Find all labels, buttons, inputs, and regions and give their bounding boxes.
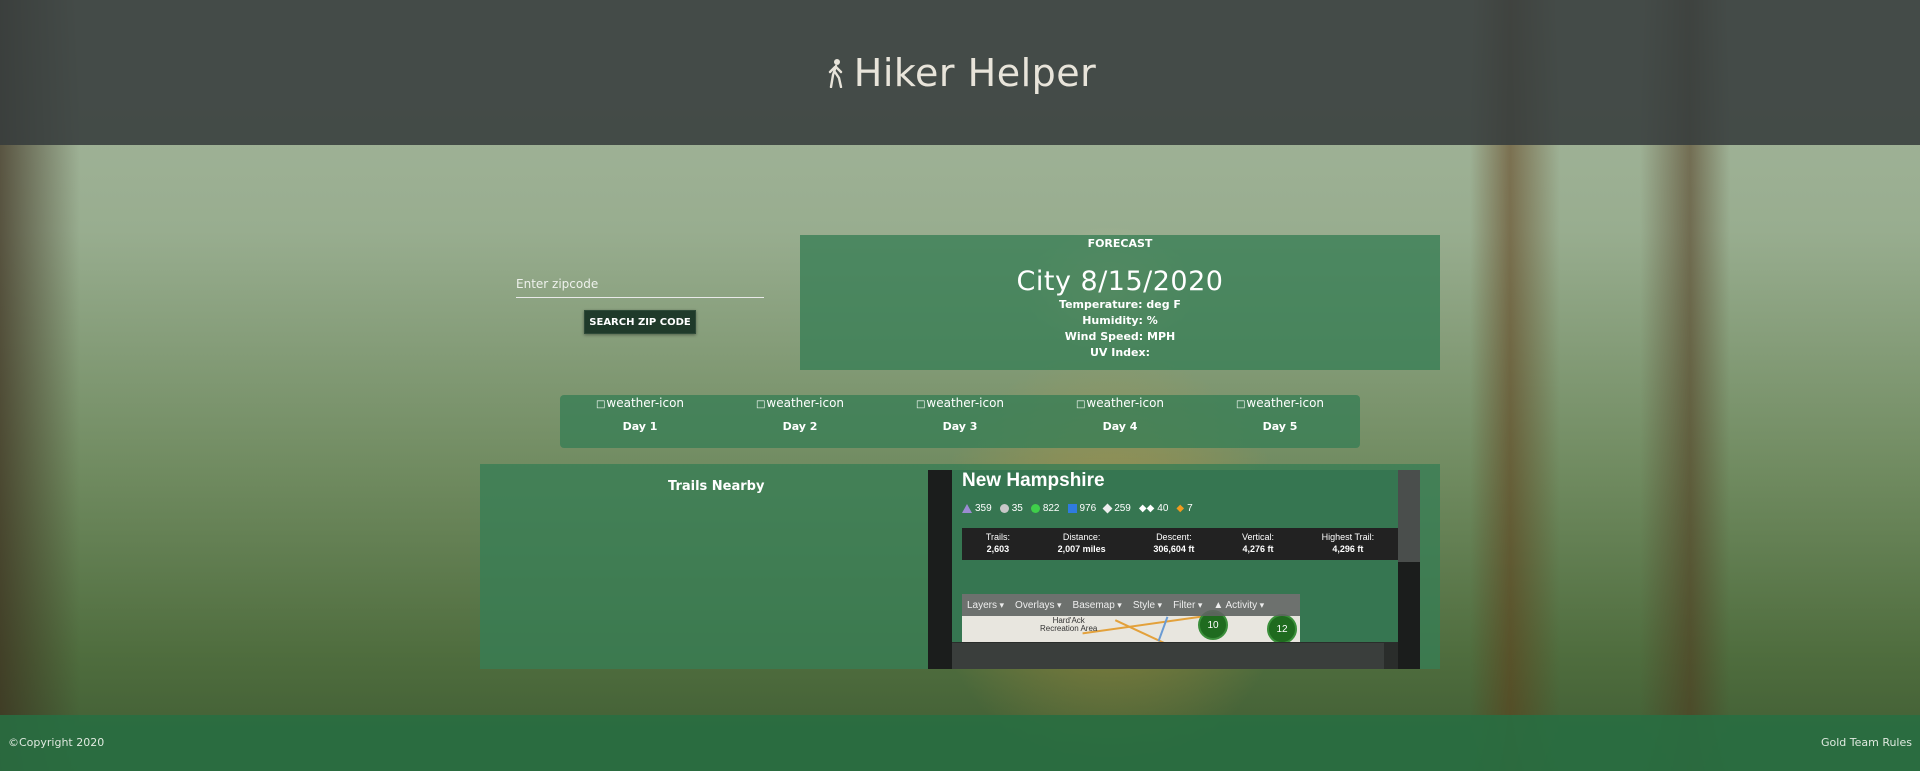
forecast-uv-index: UV Index: (1089, 346, 1151, 359)
stat-purple: 359 (962, 503, 992, 514)
forecast-humidity: Humidity: % (1082, 314, 1158, 327)
stat-value: 35 (1011, 503, 1023, 514)
summary-trails: Trails: 2,603 (986, 531, 1010, 560)
stat-blue: 976 (1067, 503, 1097, 514)
stat-value: 359 (975, 503, 992, 514)
zipcode-input[interactable] (516, 270, 764, 298)
green-circle-icon (1030, 504, 1040, 513)
summary-label: Trails: (985, 532, 1010, 542)
day-label: Day 4 (1102, 420, 1138, 433)
summary-label: Vertical: (1241, 532, 1274, 542)
trail-widget-iframe[interactable]: New Hampshire 359 35 822 976 259 ◆◆ 40 ◆ 7… (928, 470, 1420, 669)
stat-gray: 35 (999, 503, 1023, 514)
map-menu-activity[interactable]: ▲ Activity (1213, 600, 1264, 611)
summary-value: 4,296 ft (1332, 544, 1364, 554)
widget-state-name[interactable]: New Hampshire (962, 470, 1105, 492)
site-footer: ©Copyright 2020 Gold Team Rules (0, 715, 1920, 771)
forecast-city-date: City 8/15/2020 (1016, 266, 1224, 297)
stat-double-black: ◆◆ 40 (1139, 503, 1169, 514)
stat-value: 976 (1079, 503, 1097, 514)
summary-label: Highest Trail: (1321, 532, 1375, 542)
day-card: weather-icon Day 3 (885, 395, 1035, 433)
weather-icon: weather-icon (725, 396, 875, 410)
stat-value: 40 (1157, 503, 1169, 514)
summary-label: Descent: (1156, 532, 1192, 542)
blue-square-icon (1067, 504, 1077, 513)
day-card: weather-icon Day 1 (565, 395, 715, 433)
weather-icon: weather-icon (885, 396, 1035, 410)
scrollbar-right[interactable] (1398, 470, 1420, 669)
map-poi-label: Hard'Ack Recreation Area (1040, 616, 1098, 633)
weather-icon: weather-icon (1045, 396, 1195, 410)
day-label: Day 1 (622, 420, 658, 433)
trail-summary-bar: Trails: 2,603 Distance: 2,007 miles Descen… (962, 528, 1398, 560)
day-card: weather-icon Day 5 (1205, 395, 1355, 433)
white-diamond-icon (1102, 503, 1113, 514)
forecast-temperature: Temperature: deg F (1059, 298, 1181, 311)
day-label: Day 3 (942, 420, 978, 433)
map-cluster[interactable]: 12 (1267, 614, 1297, 642)
weather-icon: weather-icon (565, 396, 715, 410)
weather-icon: weather-icon (1205, 396, 1355, 410)
gray-circle-icon (999, 504, 1009, 513)
stat-value: 259 (1114, 503, 1131, 514)
forecast-wind-speed: Wind Speed: MPH (1064, 330, 1176, 343)
scrollbar-thumb[interactable] (1398, 470, 1420, 562)
map-menu-activity-label: Activity (1225, 599, 1258, 611)
summary-highest-trail: Highest Trail: 4,296 ft (1322, 531, 1375, 560)
forecast-card: FORECAST City 8/15/2020 Temperature: deg… (800, 235, 1440, 370)
trails-heading: Trails Nearby (668, 479, 765, 494)
scrollbar-bottom[interactable] (952, 643, 1384, 669)
summary-distance: Distance: 2,007 miles (1058, 531, 1106, 560)
map-menu-style[interactable]: Style (1133, 600, 1162, 611)
site-title: Hiker Helper (824, 51, 1097, 95)
map-menu-layers[interactable]: Layers (967, 600, 1004, 611)
stat-green: 822 (1030, 503, 1060, 514)
day-card: weather-icon Day 2 (725, 395, 875, 433)
stat-orange: ◆ 7 (1176, 503, 1192, 514)
team-text: Gold Team Rules (1820, 736, 1912, 749)
forecast-heading: FORECAST (1087, 237, 1153, 250)
summary-value: 4,276 ft (1242, 544, 1274, 554)
map-toolbar: Layers Overlays Basemap Style Filter ▲ A… (962, 594, 1300, 616)
search-zip-button[interactable]: SEARCH ZIP CODE (584, 310, 696, 334)
scrollbar-left[interactable] (928, 470, 952, 669)
day-label: Day 2 (782, 420, 818, 433)
orange-hazard-icon: ◆ (1176, 503, 1185, 514)
hiker-icon (828, 58, 842, 88)
summary-value: 2,603 (986, 544, 1010, 554)
summary-descent: Descent: 306,604 ft (1153, 531, 1194, 560)
summary-value: 306,604 ft (1153, 544, 1195, 554)
summary-value: 2,007 miles (1057, 544, 1106, 554)
trails-panel: Trails Nearby New Hampshire 359 35 822 9… (480, 464, 1440, 669)
five-day-forecast: weather-icon Day 1 weather-icon Day 2 we… (560, 395, 1360, 448)
copyright-text: ©Copyright 2020 (8, 736, 105, 749)
day-label: Day 5 (1262, 420, 1298, 433)
trail-widget-content: New Hampshire 359 35 822 976 259 ◆◆ 40 ◆ 7… (952, 470, 1398, 642)
stat-black: 259 (1102, 503, 1131, 514)
double-diamond-icon: ◆◆ (1138, 503, 1155, 514)
site-title-text: Hiker Helper (853, 50, 1097, 95)
day-card: weather-icon Day 4 (1045, 395, 1195, 433)
trail-map[interactable]: Hard'Ack Recreation Area 10 12 Layers Ov… (962, 594, 1300, 642)
hiker-small-icon: ▲ (1213, 599, 1224, 611)
stat-value: 822 (1042, 503, 1060, 514)
summary-label: Distance: (1062, 532, 1101, 542)
summary-vertical: Vertical: 4,276 ft (1242, 531, 1274, 560)
map-menu-basemap[interactable]: Basemap (1073, 600, 1122, 611)
site-header: Hiker Helper (0, 0, 1920, 145)
stat-value: 7 (1187, 503, 1193, 514)
map-menu-overlays[interactable]: Overlays (1015, 600, 1061, 611)
difficulty-stats: 359 35 822 976 259 ◆◆ 40 ◆ 7 (962, 503, 1193, 514)
map-menu-filter[interactable]: Filter (1173, 600, 1202, 611)
purple-triangle-icon (962, 504, 972, 513)
